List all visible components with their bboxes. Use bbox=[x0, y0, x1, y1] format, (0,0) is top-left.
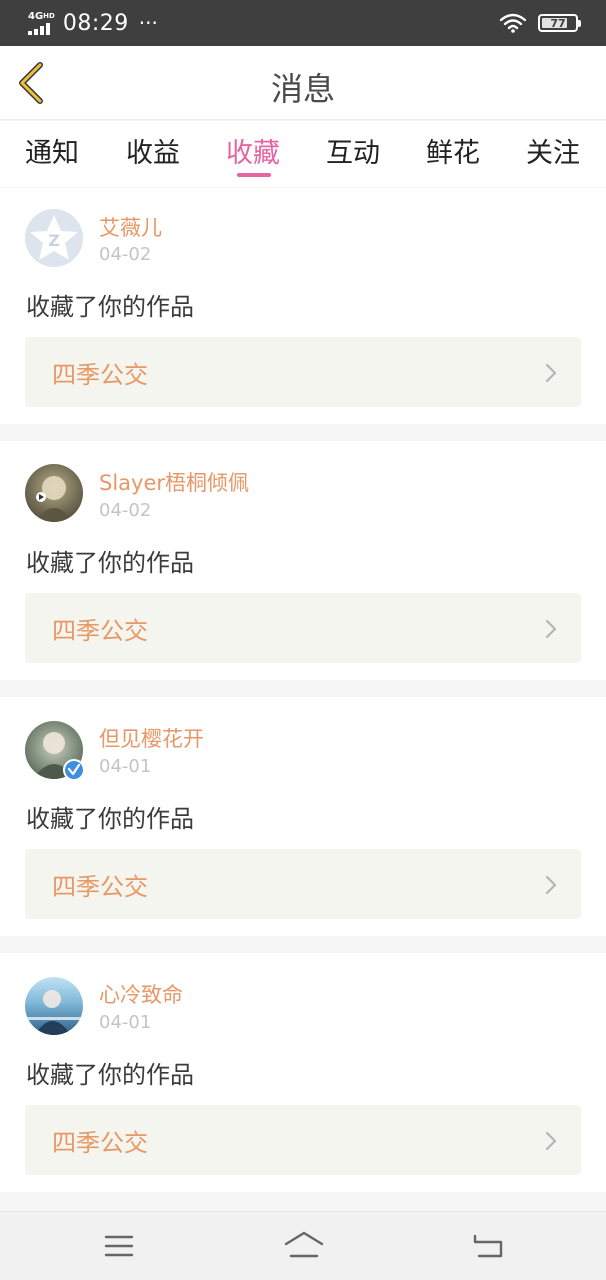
tab-notifications[interactable]: 通知 bbox=[2, 131, 102, 170]
tab-flowers[interactable]: 鲜花 bbox=[403, 131, 503, 170]
list-item: Z 艾薇儿 04-02 收藏了你的作品 四季公交 bbox=[0, 188, 606, 424]
avatar[interactable] bbox=[25, 721, 85, 781]
work-title: 四季公交 bbox=[52, 361, 148, 389]
work-title: 四季公交 bbox=[52, 617, 148, 645]
user-name[interactable]: Slayer梧桐倾佩 bbox=[99, 467, 249, 497]
active-tab-indicator bbox=[237, 173, 271, 177]
avatar[interactable] bbox=[25, 977, 83, 1035]
message-date: 04-02 bbox=[99, 244, 152, 265]
menu-icon[interactable] bbox=[104, 1234, 134, 1258]
home-icon[interactable] bbox=[283, 1230, 325, 1260]
verified-badge-icon bbox=[63, 759, 85, 781]
list-item: Slayer梧桐倾佩 04-02 收藏了你的作品 四季公交 bbox=[0, 441, 606, 680]
battery-percent: 77 bbox=[550, 16, 566, 30]
tab-favorites[interactable]: 收藏 bbox=[203, 131, 303, 170]
work-link[interactable]: 四季公交 bbox=[25, 849, 581, 919]
user-name[interactable]: 艾薇儿 bbox=[99, 212, 162, 242]
avatar[interactable] bbox=[25, 464, 83, 522]
chevron-right-icon bbox=[545, 363, 557, 383]
work-link[interactable]: 四季公交 bbox=[25, 593, 581, 663]
signal-icon bbox=[28, 22, 50, 35]
tab-following[interactable]: 关注 bbox=[503, 131, 603, 170]
message-date: 04-01 bbox=[99, 1012, 152, 1033]
system-nav-bar bbox=[0, 1211, 606, 1280]
work-link[interactable]: 四季公交 bbox=[25, 1105, 581, 1175]
chevron-right-icon bbox=[545, 875, 557, 895]
wifi-icon bbox=[500, 13, 526, 33]
user-photo-icon bbox=[25, 990, 83, 1035]
clock: 08:29 bbox=[62, 10, 129, 36]
message-action: 收藏了你的作品 bbox=[26, 1061, 194, 1089]
message-date: 04-01 bbox=[99, 756, 152, 777]
tab-interactions[interactable]: 互动 bbox=[303, 131, 403, 170]
more-notifications: ··· bbox=[138, 11, 158, 35]
chevron-right-icon bbox=[545, 619, 557, 639]
battery-icon: 77 bbox=[538, 14, 581, 32]
app-header: 消息 bbox=[0, 46, 606, 120]
message-action: 收藏了你的作品 bbox=[26, 549, 194, 577]
back-icon[interactable] bbox=[471, 1232, 505, 1260]
list-item: 但见樱花开 04-01 收藏了你的作品 四季公交 bbox=[0, 697, 606, 936]
default-star-avatar-icon: Z bbox=[25, 209, 83, 267]
avatar[interactable]: Z bbox=[25, 209, 83, 267]
status-bar: 4G HD 08:29 ··· 77 bbox=[0, 0, 606, 46]
network-type: 4G bbox=[28, 10, 44, 22]
list-item: 心冷致命 04-01 收藏了你的作品 四季公交 bbox=[0, 953, 606, 1192]
message-action: 收藏了你的作品 bbox=[26, 805, 194, 833]
network-hd-label: HD bbox=[43, 11, 55, 20]
user-name[interactable]: 心冷致命 bbox=[99, 979, 183, 1009]
tab-bar: 通知 收益 收藏 互动 鲜花 关注 bbox=[0, 121, 606, 187]
message-date: 04-02 bbox=[99, 500, 152, 521]
chevron-right-icon bbox=[545, 1131, 557, 1151]
svg-text:Z: Z bbox=[48, 231, 60, 250]
user-photo-icon bbox=[35, 476, 73, 522]
page-title: 消息 bbox=[270, 70, 335, 108]
work-title: 四季公交 bbox=[52, 1129, 148, 1157]
work-title: 四季公交 bbox=[52, 873, 148, 901]
user-name[interactable]: 但见樱花开 bbox=[99, 723, 204, 753]
work-link[interactable]: 四季公交 bbox=[25, 337, 581, 407]
tab-earnings[interactable]: 收益 bbox=[103, 131, 203, 170]
message-action: 收藏了你的作品 bbox=[26, 293, 194, 321]
